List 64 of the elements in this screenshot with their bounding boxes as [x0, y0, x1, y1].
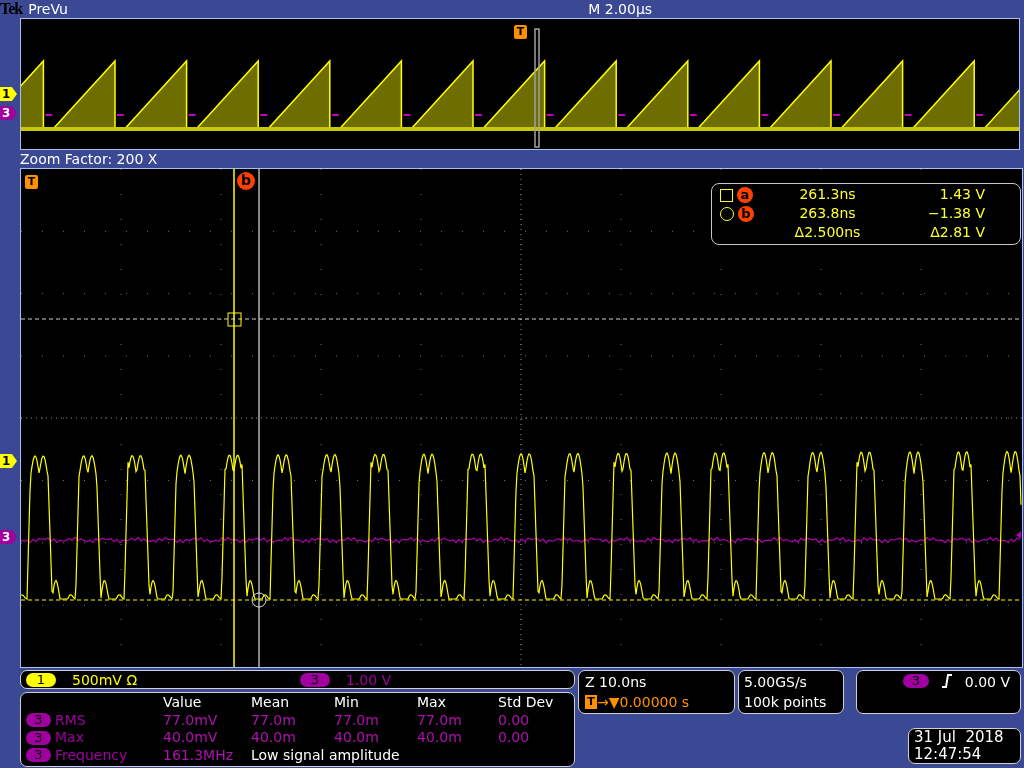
zoom-window[interactable] [534, 28, 540, 148]
column-header: Max [417, 694, 447, 712]
cursor-marker[interactable]: b [237, 172, 255, 190]
measurement-value: 0.00 [498, 711, 531, 729]
time-label: 12:47:54 [914, 746, 983, 763]
measurement-value: 77.0m [417, 711, 463, 729]
column-header: Std Dev [498, 694, 555, 712]
trigger-position: →▼0.00000 s [597, 693, 690, 712]
measurement-value: 40.0m [417, 729, 463, 747]
measurement-value: 77.0m [251, 711, 297, 729]
cursor-voltage: −1.38 V [927, 205, 986, 223]
trigger-marker: T [514, 25, 527, 39]
mode-label: PreVu [28, 0, 69, 18]
channel-marker: 3 [0, 530, 17, 544]
channel-settings-bar[interactable]: 1 500mV Ω 3 1.00 V [20, 670, 575, 689]
column-header: Min [334, 694, 360, 712]
trigger-marker: T [25, 175, 38, 189]
cursor-voltage: 1.43 V [938, 186, 986, 204]
channel-badge: 1 [26, 672, 56, 687]
trigger-badge: T [585, 695, 597, 709]
cursor-square-icon [720, 188, 733, 202]
channel-badge: 3 [26, 748, 51, 763]
trigger-level: 0.00 V [964, 674, 1010, 690]
channel-marker: 1 [0, 454, 17, 468]
measurement-name: RMS [55, 711, 86, 729]
cursor-time: 263.8ns [798, 205, 857, 223]
channel-badge: 3 [26, 730, 51, 745]
trigger-panel[interactable]: 3 0.00 V [856, 670, 1021, 714]
record-length: 100k points [744, 693, 828, 712]
measurement-value: 77.0mV [163, 711, 219, 729]
cursor-square-icon[interactable] [227, 312, 242, 327]
measurement-note: Low signal amplitude [251, 746, 401, 764]
channel-badge: 3 [902, 674, 929, 688]
channel-scale: 1.00 V [346, 671, 392, 688]
measurement-value: 77.0m [334, 711, 380, 729]
measurement-value: 40.0m [334, 729, 380, 747]
sample-rate: 5.00GS/s [744, 673, 808, 692]
channel-badge: 3 [300, 672, 330, 687]
channel-scale: 500mV Ω [72, 671, 138, 688]
channel-badge: 3 [26, 713, 51, 728]
acquisition-panel[interactable]: 5.00GS/s 100k points [738, 670, 844, 714]
channel-marker: 1 [0, 87, 17, 101]
date-label: 31 Jul 2018 [914, 729, 1005, 746]
cursor-voltage: Δ2.81 V [929, 224, 986, 242]
cursor-time: Δ2.500ns [793, 224, 862, 242]
measurement-value: 40.0mV [163, 729, 219, 747]
measurement-value: 0.00 [498, 729, 531, 747]
measurement-value: 40.0m [251, 729, 297, 747]
rising-edge-icon [940, 674, 953, 688]
column-header: Value [163, 694, 203, 712]
cursor-circle-icon[interactable] [251, 592, 267, 608]
brand-logo: Tek [0, 0, 23, 18]
cursor-time: 261.3ns [798, 186, 857, 204]
measurement-value: 161.3MHz [163, 746, 235, 764]
channel-marker: 3 [0, 106, 17, 120]
timebase-readout: M 2.00µs [588, 0, 654, 18]
column-header: Mean [251, 694, 291, 712]
measurement-name: Max [55, 729, 84, 747]
cursor-label: a [737, 187, 753, 203]
zoom-scale: Z 10.0ns [585, 673, 648, 692]
horizontal-settings-panel[interactable]: Z 10.0ns T →▼0.00000 s [578, 670, 735, 714]
cursor-label: b [738, 206, 754, 222]
measurement-name: Frequency [55, 746, 128, 764]
zoom-factor-label: Zoom Factor: 200 X [20, 151, 158, 167]
